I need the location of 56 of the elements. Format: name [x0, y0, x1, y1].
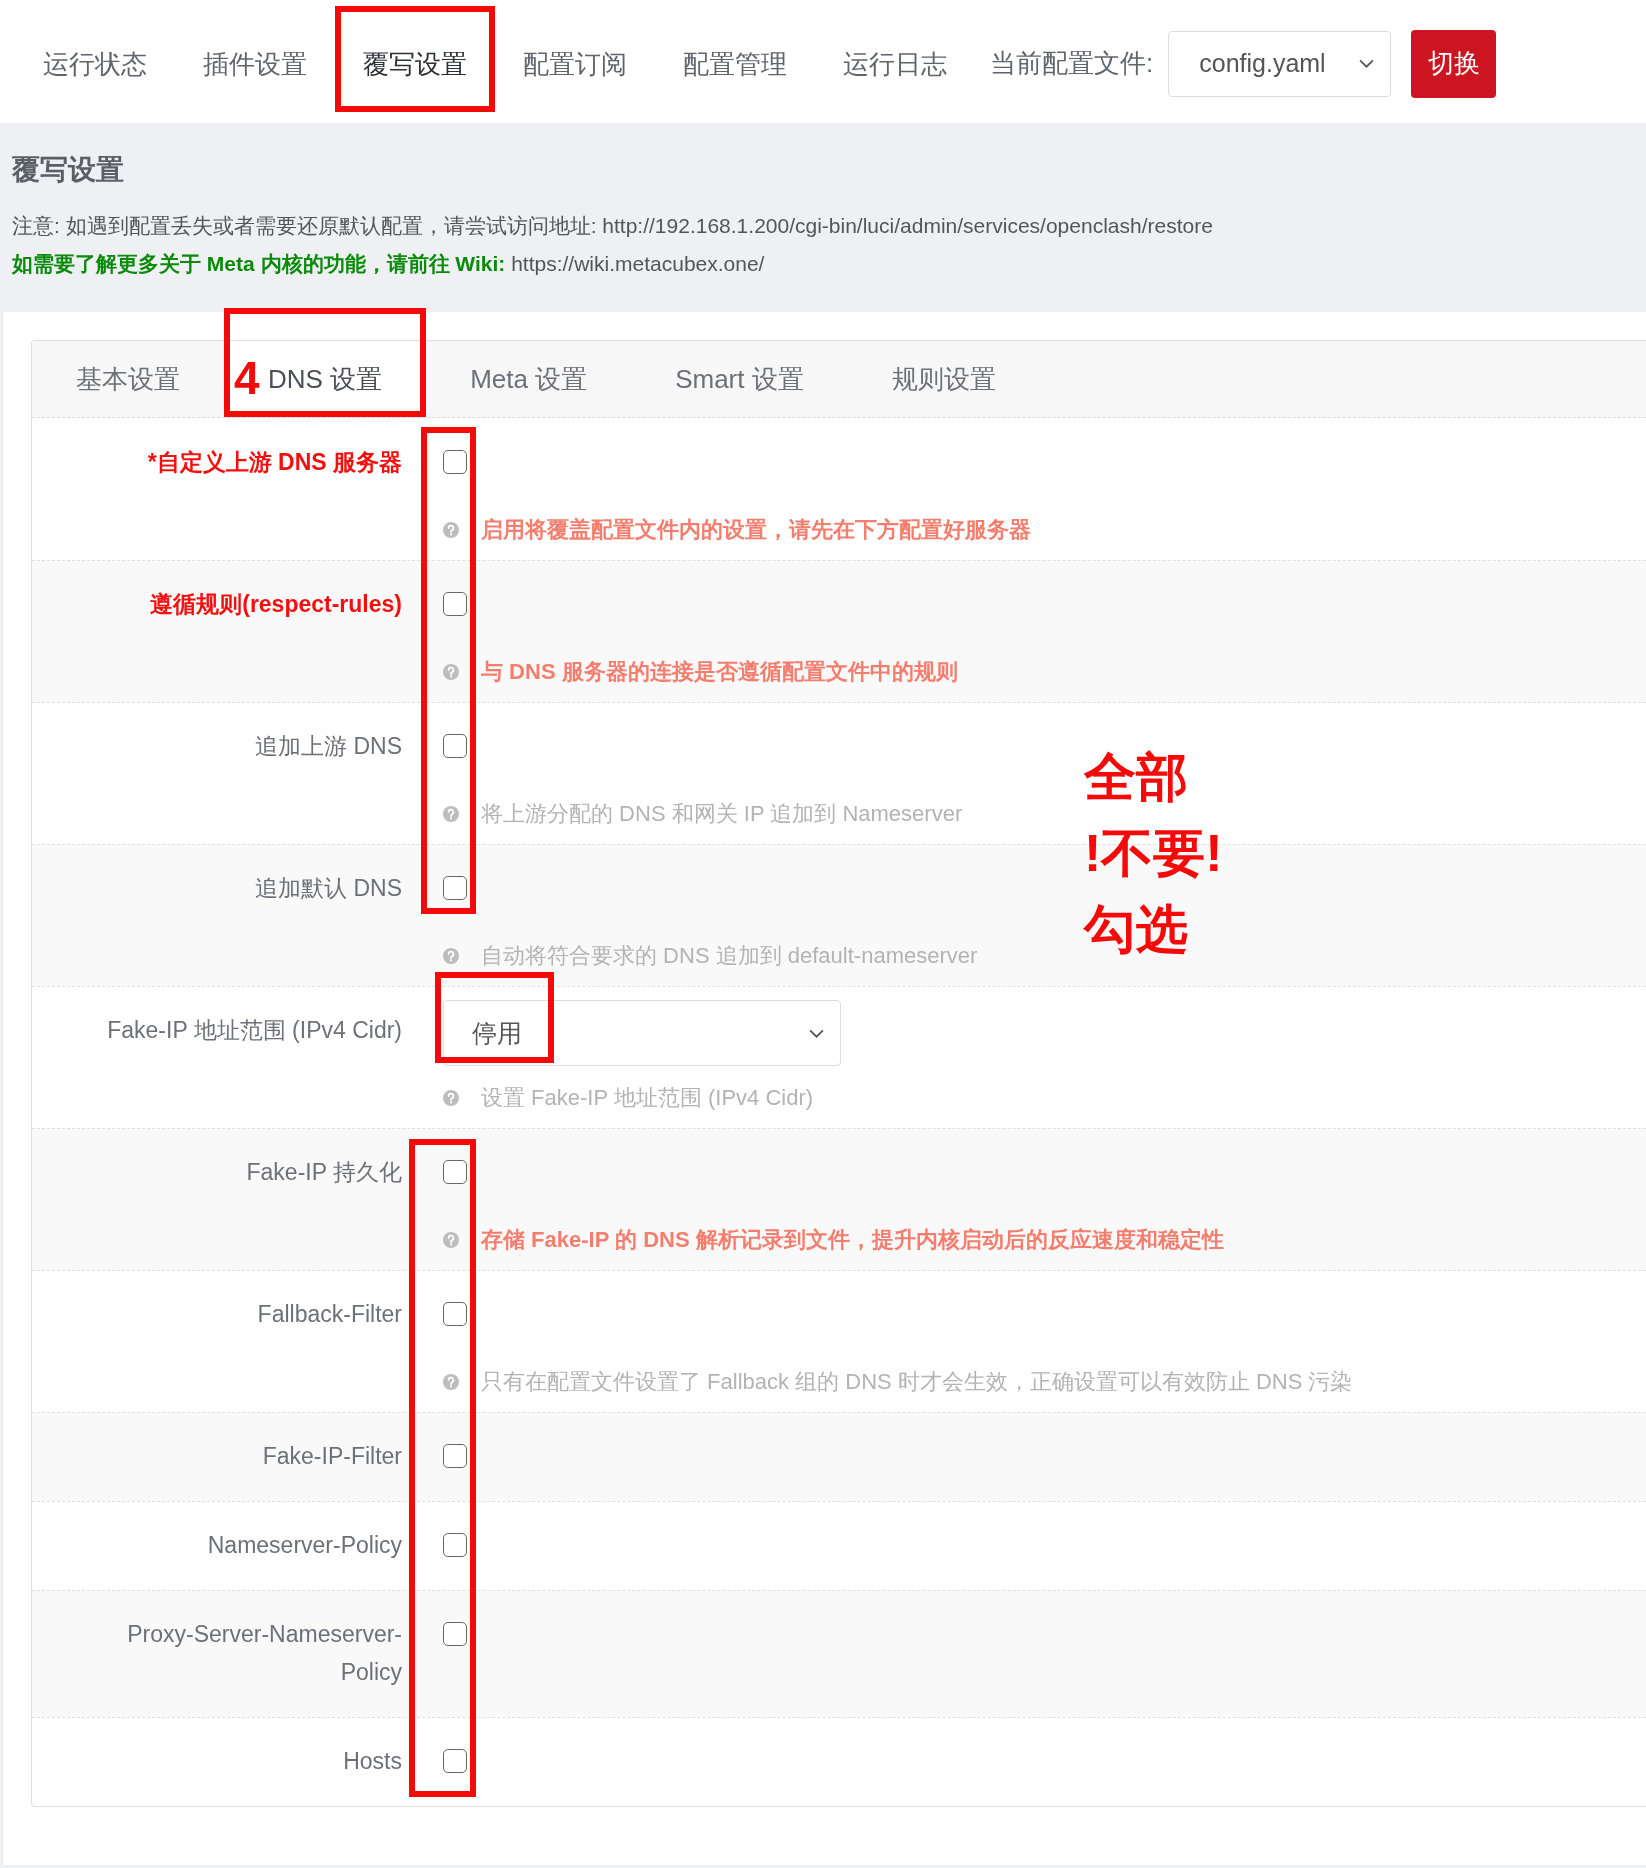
- settings-tab[interactable]: 基本设置: [32, 341, 224, 417]
- checkbox[interactable]: [443, 1749, 467, 1773]
- nav-tab[interactable]: 配置订阅: [495, 43, 655, 84]
- checkbox[interactable]: [443, 592, 467, 616]
- config-file-select[interactable]: config.yaml: [1168, 30, 1392, 97]
- checkbox[interactable]: [443, 1622, 467, 1646]
- checkbox[interactable]: [443, 450, 467, 474]
- step-number: 4: [234, 355, 260, 401]
- settings-tab[interactable]: 规则设置: [847, 341, 1040, 417]
- nav-tab[interactable]: 运行日志: [815, 43, 975, 84]
- nav-tab[interactable]: 覆写设置: [335, 43, 495, 84]
- setting-label: Hosts: [343, 1747, 402, 1776]
- checkbox[interactable]: [443, 734, 467, 758]
- help-icon: [443, 1374, 459, 1390]
- nav-tab[interactable]: 插件设置: [175, 43, 335, 84]
- setting-label: *自定义上游 DNS 服务器: [147, 448, 402, 477]
- settings-tab[interactable]: Smart 设置: [631, 341, 848, 417]
- nav-tab[interactable]: 运行状态: [15, 43, 175, 84]
- help-icon: [443, 1232, 459, 1248]
- checkbox[interactable]: [443, 1533, 467, 1557]
- help-icon: [443, 1090, 459, 1106]
- notice-text: 注意: 如遇到配置丢失或者需要还原默认配置，请尝试访问地址: http://192.168.1.200/cgi-bin/luci/admin/services/openclash/restore: [12, 213, 1214, 239]
- wiki-note: 如需要了解更多关于 Meta 内核的功能，请前往 Wiki: https://wiki.metacubex.one/: [12, 251, 766, 277]
- help-text: 启用将覆盖配置文件内的设置，请先在下方配置好服务器: [481, 516, 1031, 544]
- setting-label: Fake-IP-Filter: [262, 1442, 402, 1471]
- checkbox[interactable]: [443, 1160, 467, 1184]
- chevron-down-icon: [1359, 59, 1375, 68]
- help-text: 存储 Fake-IP 的 DNS 解析记录到文件，提升内核启动后的反应速度和稳定性: [481, 1226, 1224, 1254]
- dropdown[interactable]: 停用: [443, 1000, 841, 1066]
- settings-tab[interactable]: Meta 设置: [426, 341, 632, 417]
- checkbox[interactable]: [443, 1444, 467, 1468]
- help-text: 设置 Fake-IP 地址范围 (IPv4 Cidr): [481, 1084, 814, 1112]
- help-icon: [443, 522, 459, 538]
- help-text: 将上游分配的 DNS 和网关 IP 追加到 Nameserver: [481, 800, 963, 828]
- annotation-note: 全部 !不要! 勾选: [1084, 747, 1223, 960]
- help-icon: [443, 664, 459, 680]
- setting-label: Proxy-Server-Nameserver-Policy: [126, 1620, 402, 1687]
- checkbox[interactable]: [443, 1302, 467, 1326]
- help-text: 自动将符合要求的 DNS 追加到 default-nameserver: [481, 942, 978, 970]
- nav-tab[interactable]: 配置管理: [655, 43, 815, 84]
- section-title: 覆写设置: [12, 153, 125, 187]
- setting-label: 追加上游 DNS: [255, 732, 402, 761]
- chevron-down-icon: [809, 1028, 824, 1038]
- setting-label: Nameserver-Policy: [207, 1531, 402, 1560]
- checkbox[interactable]: [443, 876, 467, 900]
- setting-label: 追加默认 DNS: [255, 874, 402, 903]
- setting-label: Fallback-Filter: [257, 1300, 402, 1329]
- help-text: 只有在配置文件设置了 Fallback 组的 DNS 时才会生效，正确设置可以有效防止 DNS 污染: [481, 1368, 1353, 1396]
- help-text: 与 DNS 服务器的连接是否遵循配置文件中的规则: [481, 658, 958, 686]
- setting-label: 遵循规则(respect-rules): [150, 590, 402, 619]
- help-icon: [443, 806, 459, 822]
- setting-label: Fake-IP 持久化: [246, 1158, 402, 1187]
- setting-label: Fake-IP 地址范围 (IPv4 Cidr): [107, 1016, 402, 1045]
- help-icon: [443, 948, 459, 964]
- switch-button[interactable]: 切换: [1411, 29, 1497, 98]
- config-file-label: 当前配置文件:: [990, 47, 1154, 80]
